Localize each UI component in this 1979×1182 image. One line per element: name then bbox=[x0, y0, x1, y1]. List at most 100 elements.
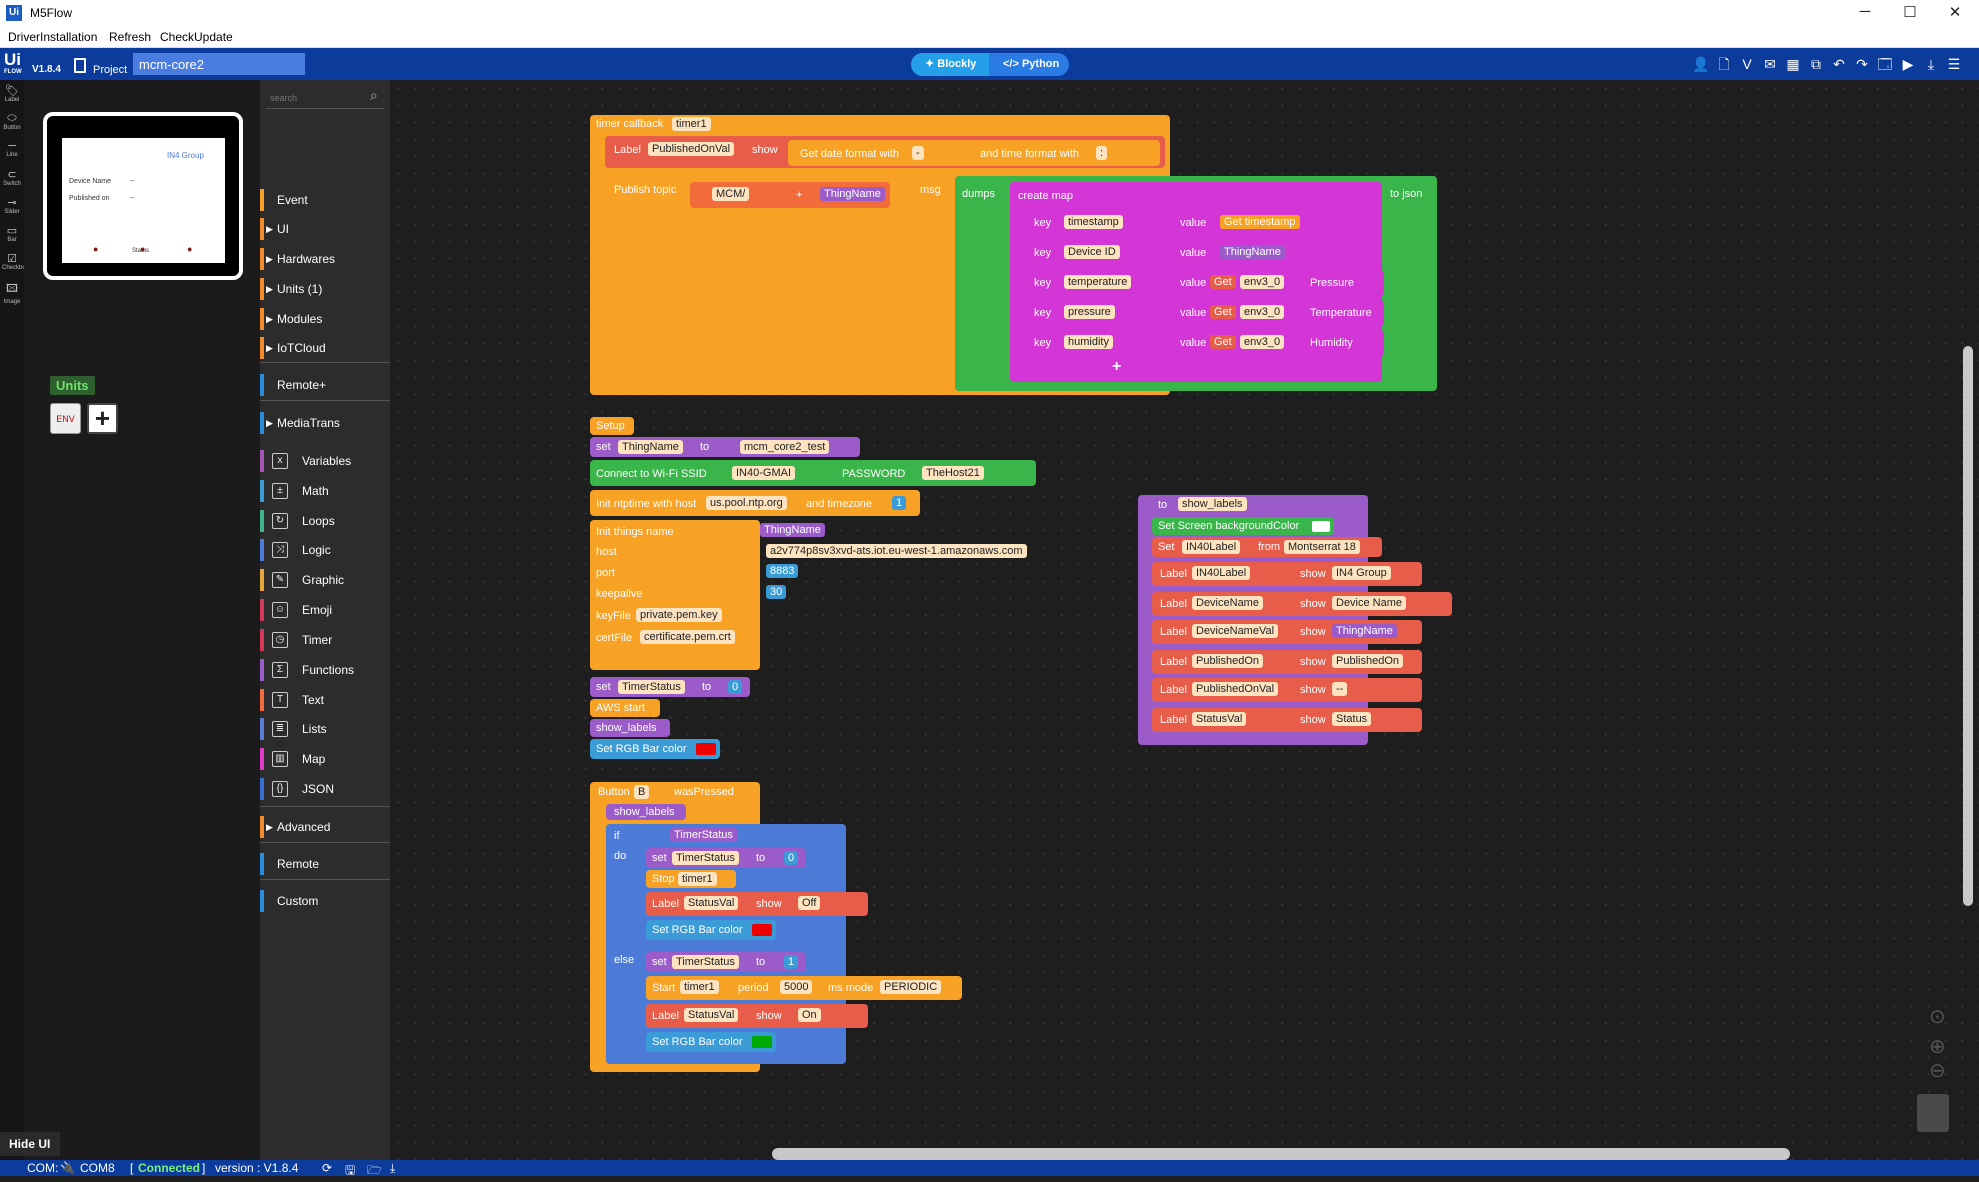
mail-icon[interactable]: ✉ bbox=[1761, 55, 1779, 73]
toolbox-mediatrans[interactable]: ▶ MediaTrans bbox=[260, 412, 390, 434]
timerstatus-dropdown[interactable]: TimerStatus bbox=[672, 955, 739, 969]
widget-image[interactable]: 🖾 Image bbox=[2, 280, 22, 305]
widget-button[interactable]: ⬭ Button bbox=[2, 112, 22, 131]
minimize-button[interactable]: ─ bbox=[1845, 3, 1885, 20]
open-folder-icon[interactable]: 🗁 bbox=[367, 1161, 382, 1182]
label-name-dropdown[interactable]: DeviceNameVal bbox=[1192, 624, 1279, 638]
get-sensor-keyword[interactable]: Get bbox=[1210, 335, 1236, 349]
toolbox-graphic[interactable]: ✎ Graphic bbox=[260, 569, 390, 591]
label-text-field[interactable]: Device Name bbox=[1332, 596, 1407, 610]
keepalive-field[interactable]: 30 bbox=[766, 585, 787, 599]
key-text-field[interactable]: timestamp bbox=[1064, 215, 1123, 229]
screen-title[interactable]: IN4 Group bbox=[167, 151, 204, 160]
widget-bar[interactable]: ▭ Bar bbox=[2, 224, 22, 243]
menu-driver-installation[interactable]: DriverInstallation bbox=[8, 30, 97, 44]
thingname-var[interactable]: ThingName bbox=[1332, 624, 1397, 638]
value-field[interactable]: 1 bbox=[784, 955, 799, 969]
menu-refresh[interactable]: Refresh bbox=[109, 30, 151, 44]
password-field[interactable]: TheHost21 bbox=[922, 466, 984, 480]
mode-dropdown[interactable]: PERIODIC bbox=[880, 980, 942, 994]
rgb-color-swatch[interactable] bbox=[696, 743, 716, 755]
toolbox-variables[interactable]: x Variables bbox=[260, 450, 390, 472]
search-icon[interactable]: ⌕ bbox=[370, 87, 378, 104]
menu-check-update[interactable]: CheckUpdate bbox=[160, 30, 233, 44]
vertical-scrollbar[interactable] bbox=[1963, 346, 1973, 906]
function-name-field[interactable]: show_labels bbox=[1178, 497, 1247, 511]
timer-name-field[interactable]: timer1 bbox=[672, 117, 711, 131]
thingname-value-field[interactable]: mcm_core2_test bbox=[740, 440, 830, 454]
toolbox-remote[interactable]: Remote+ bbox=[260, 374, 390, 396]
toolbox-text[interactable]: T Text bbox=[260, 689, 390, 711]
rgb-red-swatch[interactable] bbox=[752, 924, 772, 936]
key-text-field[interactable]: pressure bbox=[1064, 305, 1115, 319]
toolbox-remote[interactable]: Remote bbox=[260, 853, 390, 875]
time-separator-field[interactable]: : bbox=[1096, 146, 1108, 160]
com-port[interactable]: COM8 bbox=[80, 1161, 115, 1175]
toolbox-logic[interactable]: ⤨ Logic bbox=[260, 539, 390, 561]
hide-ui-button[interactable]: Hide UI bbox=[0, 1132, 60, 1156]
widget-label[interactable]: 🏷 Label bbox=[2, 84, 22, 103]
toolbox-math[interactable]: ± Math bbox=[260, 480, 390, 502]
hw-button-c-icon[interactable]: ● bbox=[187, 244, 192, 254]
label-name-dropdown[interactable]: PublishedOnVal bbox=[1192, 682, 1279, 696]
timerstatus-var[interactable]: TimerStatus bbox=[670, 828, 737, 842]
toolbox-modules[interactable]: ▶ Modules bbox=[260, 308, 390, 330]
topic-text-field[interactable]: MCM/ bbox=[712, 187, 750, 201]
screen-device-name-value[interactable]: -- bbox=[130, 178, 135, 185]
label-text-field[interactable]: IN4 Group bbox=[1332, 566, 1391, 580]
font-dropdown[interactable]: Montserrat 18 bbox=[1284, 540, 1360, 554]
trash-icon[interactable] bbox=[1917, 1094, 1949, 1132]
redo-icon[interactable]: ↷ bbox=[1853, 55, 1871, 73]
off-text-field[interactable]: Off bbox=[798, 896, 821, 910]
get-sensor-keyword[interactable]: Get bbox=[1210, 275, 1236, 289]
env-unit-icon[interactable]: ENV bbox=[50, 403, 81, 434]
label-name-dropdown[interactable]: StatusVal bbox=[684, 1008, 739, 1022]
hw-button-b-icon[interactable]: ● bbox=[140, 244, 145, 254]
sensor-dropdown[interactable]: env3_0 bbox=[1240, 305, 1285, 319]
plug-icon[interactable]: 🔌 bbox=[60, 1161, 75, 1175]
certfile-dropdown[interactable]: certificate.pem.crt bbox=[640, 630, 735, 644]
example-icon[interactable]: ▦ bbox=[1784, 55, 1802, 73]
rgb-green-swatch[interactable] bbox=[752, 1036, 772, 1048]
screen-published-value[interactable]: -- bbox=[130, 195, 135, 202]
toolbox-event[interactable]: Event bbox=[260, 189, 390, 211]
zoom-out-icon[interactable]: ⊖ bbox=[1929, 1058, 1946, 1083]
keyfile-dropdown[interactable]: private.pem.key bbox=[636, 608, 722, 622]
toolbox-units-1[interactable]: ▶ Units (1) bbox=[260, 278, 390, 300]
sensor-dropdown[interactable]: env3_0 bbox=[1240, 335, 1285, 349]
widget-switch[interactable]: ⊂ Switch bbox=[2, 168, 22, 187]
refresh-icon[interactable]: ⟳ bbox=[322, 1161, 332, 1175]
horizontal-scrollbar[interactable] bbox=[772, 1148, 1790, 1160]
thingname-var[interactable]: ThingName bbox=[1220, 245, 1285, 259]
label-name-dropdown[interactable]: StatusVal bbox=[684, 896, 739, 910]
toolbox-iotcloud[interactable]: ▶ IoTCloud bbox=[260, 337, 390, 359]
toolbox-loops[interactable]: ↻ Loops bbox=[260, 510, 390, 532]
preview-icon[interactable]: 🗔 bbox=[1876, 55, 1894, 73]
timerstatus-dropdown[interactable]: TimerStatus bbox=[672, 851, 739, 865]
port-field[interactable]: 8883 bbox=[766, 564, 799, 578]
label-text-field[interactable]: PublishedOn bbox=[1332, 654, 1403, 668]
button-dropdown[interactable]: B bbox=[634, 785, 650, 799]
key-text-field[interactable]: humidity bbox=[1064, 335, 1113, 349]
close-button[interactable]: ✕ bbox=[1935, 3, 1975, 21]
label-dropdown[interactable]: IN40Label bbox=[1182, 540, 1241, 554]
value-field[interactable]: 0 bbox=[784, 851, 799, 865]
project-label[interactable]: Project bbox=[93, 64, 127, 76]
zoom-in-icon[interactable]: ⊕ bbox=[1929, 1034, 1946, 1059]
save-icon[interactable]: 🖫 bbox=[345, 1161, 355, 1182]
label-name-dropdown[interactable]: PublishedOn bbox=[1192, 654, 1263, 668]
host-field[interactable]: a2v774p8sv3xvd-ats.iot.eu-west-1.amazona… bbox=[766, 544, 1027, 558]
sensor-dropdown[interactable]: env3_0 bbox=[1240, 275, 1285, 289]
key-text-field[interactable]: Device ID bbox=[1064, 245, 1120, 259]
widget-slider[interactable]: ⊸ Slider bbox=[2, 196, 22, 215]
thingname-var[interactable]: ThingName bbox=[820, 187, 885, 201]
ssid-field[interactable]: IN40-GMAI bbox=[732, 466, 796, 480]
get-timestamp-block[interactable]: Get timestamp bbox=[1220, 215, 1300, 229]
version-icon[interactable]: V bbox=[1738, 55, 1756, 73]
toolbox-advanced[interactable]: ▶ Advanced bbox=[260, 816, 390, 838]
get-sensor-keyword[interactable]: Get bbox=[1210, 305, 1236, 319]
label-name-dropdown[interactable]: IN40Label bbox=[1192, 566, 1251, 580]
hw-button-a-icon[interactable]: ● bbox=[93, 244, 98, 254]
ntp-host-dropdown[interactable]: us.pool.ntp.org bbox=[706, 496, 787, 510]
period-field[interactable]: 5000 bbox=[780, 980, 813, 994]
